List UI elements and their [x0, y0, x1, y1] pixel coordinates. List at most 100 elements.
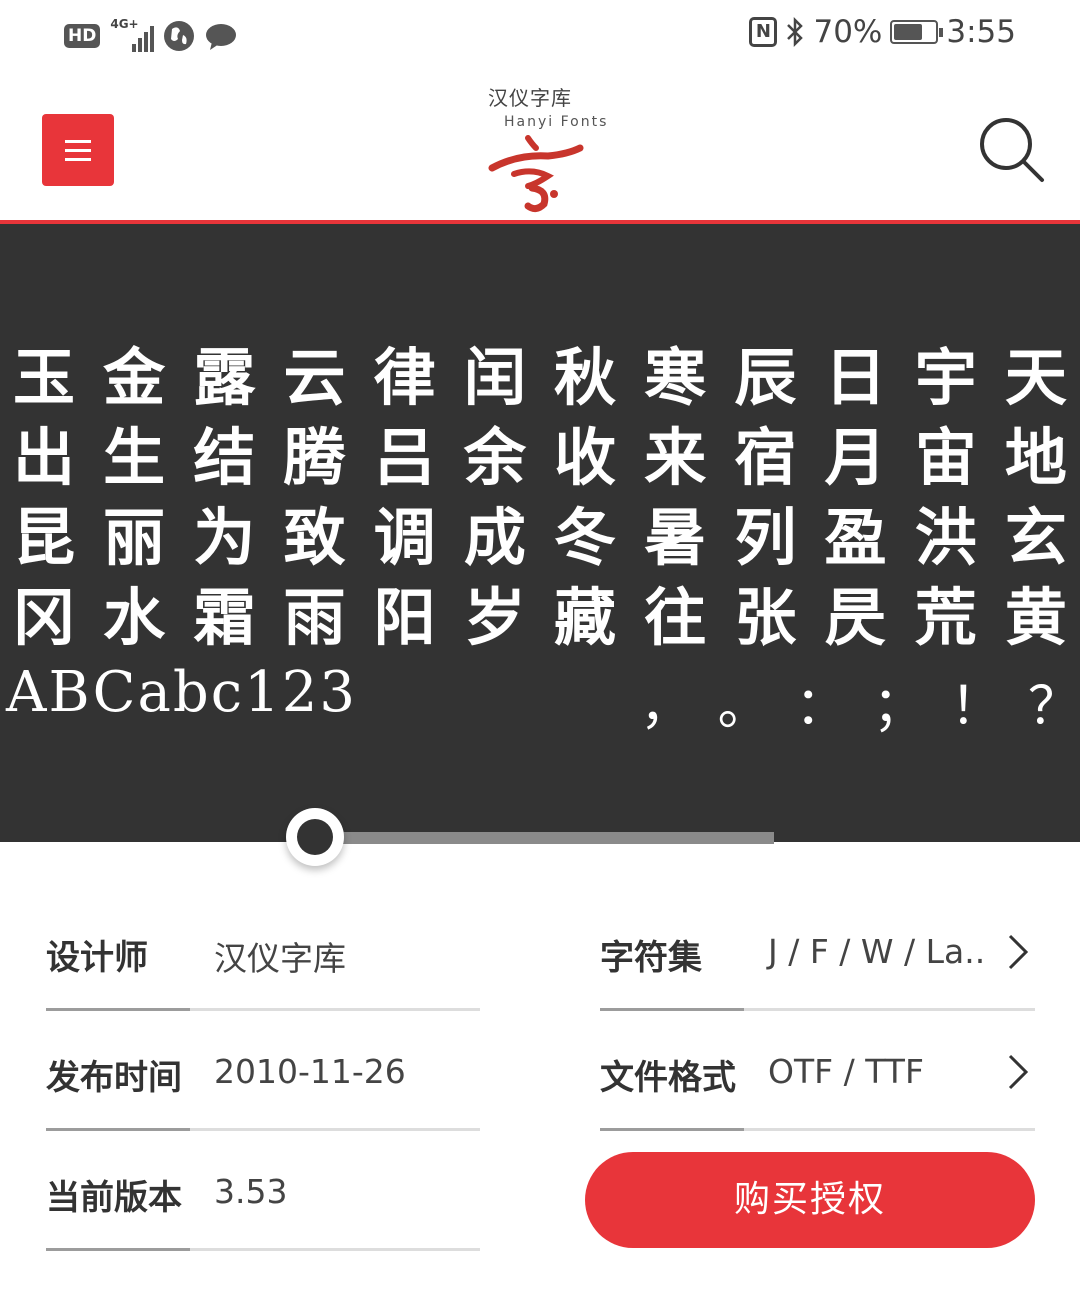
glyph: 日	[824, 341, 887, 414]
battery-fill	[894, 24, 923, 40]
glyph: 云	[283, 341, 346, 414]
status-right: N 70% 3:55	[749, 14, 1016, 50]
glyph: 昃	[824, 581, 887, 654]
glyph: 收	[554, 421, 617, 494]
logo-text-cn: 汉仪字库	[488, 86, 572, 110]
glyph: 金	[103, 341, 166, 414]
punct-glyph: ：	[795, 677, 848, 737]
menu-button[interactable]	[42, 114, 114, 186]
release-date-row: 发布时间 2010-11-26	[46, 1050, 480, 1170]
glyph: 余	[463, 421, 526, 494]
punct-glyph: ！	[950, 677, 1003, 737]
divider	[600, 1008, 1035, 1011]
divider	[46, 1008, 480, 1011]
glyph: 闰	[463, 341, 526, 414]
signal-icon: 4G+	[110, 18, 155, 54]
globe-icon	[164, 21, 195, 51]
glyph: 暑	[644, 501, 707, 574]
glyph: 玄	[1004, 501, 1067, 574]
glyph: 宙	[914, 421, 977, 494]
glyph: 盈	[824, 501, 887, 574]
glyph: 冈	[12, 581, 75, 654]
divider	[46, 1248, 480, 1251]
glyph: 霜	[193, 581, 256, 654]
glyph: 荒	[914, 581, 977, 654]
glyph: 为	[193, 501, 256, 574]
designer-label: 设计师	[46, 938, 148, 978]
glyph: 阳	[373, 581, 436, 654]
glyph: 露	[193, 341, 256, 414]
glyph-row-4: 冈 水 霜 雨 阳 岁 藏 往 张 昃 荒 黄	[0, 580, 1080, 656]
battery-icon	[890, 20, 944, 44]
glyph: 玉	[12, 341, 75, 414]
glyph: 月	[824, 421, 887, 494]
menu-icon	[65, 139, 91, 143]
chevron-right-icon	[1008, 934, 1029, 970]
preview-scroll-handle[interactable]	[286, 808, 344, 866]
glyph: 律	[373, 341, 436, 414]
glyph: 成	[463, 501, 526, 574]
glyph: 往	[644, 581, 707, 654]
latin-sample: ABCabc123	[6, 660, 357, 725]
glyph: 藏	[554, 581, 617, 654]
buy-license-button[interactable]: 购买授权	[585, 1152, 1035, 1248]
preview-scroll-track[interactable]	[300, 832, 774, 844]
font-preview[interactable]: 玉 金 露 云 律 闰 秋 寒 辰 日 宇 天 出 生 结 腾 吕 余 收 来 …	[0, 224, 1080, 842]
glyph: 天	[1004, 341, 1067, 414]
version-value: 3.53	[214, 1172, 288, 1211]
glyph: 辰	[734, 341, 797, 414]
glyph: 寒	[644, 341, 707, 414]
glyph: 丽	[103, 501, 166, 574]
punctuation-sample: ， 。 ： ； ！ ？	[640, 664, 1080, 739]
chat-icon	[204, 22, 238, 50]
glyph: 致	[283, 501, 346, 574]
release-date-label: 发布时间	[46, 1058, 182, 1098]
status-left: HD 4G+	[64, 18, 238, 54]
version-label: 当前版本	[46, 1178, 182, 1218]
search-icon	[980, 118, 1044, 182]
logo-text-en: Hanyi Fonts	[504, 114, 609, 130]
glyph: 调	[373, 501, 436, 574]
punct-glyph: ？	[1027, 677, 1080, 737]
app-header: 汉仪字库 Hanyi Fonts	[0, 76, 1080, 222]
glyph: 列	[734, 501, 797, 574]
status-bar: HD 4G+ N 70% 3:55	[0, 0, 1080, 76]
glyph: 结	[193, 421, 256, 494]
chevron-right-icon	[1008, 1054, 1029, 1090]
file-format-value: OTF / TTF	[768, 1052, 924, 1091]
hd-icon: HD	[64, 24, 101, 48]
punct-glyph: 。	[717, 677, 770, 737]
charset-label: 字符集	[600, 938, 702, 978]
glyph: 来	[644, 421, 707, 494]
designer-value: 汉仪字库	[214, 939, 346, 978]
glyph: 黄	[1004, 581, 1067, 654]
glyph: 张	[734, 581, 797, 654]
charset-row[interactable]: 字符集 J / F / W / La..	[600, 930, 1035, 1050]
battery-percent: 70%	[813, 14, 883, 50]
glyph-row-1: 玉 金 露 云 律 闰 秋 寒 辰 日 宇 天	[0, 340, 1080, 416]
nfc-icon: N	[749, 17, 778, 47]
glyph: 地	[1004, 421, 1067, 494]
glyph: 雨	[283, 581, 346, 654]
bluetooth-icon	[787, 16, 804, 48]
glyph: 洪	[914, 501, 977, 574]
search-button[interactable]	[976, 114, 1046, 184]
punct-glyph: ，	[640, 677, 693, 737]
version-row: 当前版本 3.53	[46, 1170, 480, 1290]
clock: 3:55	[946, 14, 1016, 50]
charset-value: J / F / W / La..	[768, 932, 986, 971]
glyph: 宿	[734, 421, 797, 494]
logo-mark-icon	[488, 135, 584, 213]
glyph: 冬	[554, 501, 617, 574]
release-date-value: 2010-11-26	[214, 1052, 406, 1091]
glyph: 生	[103, 421, 166, 494]
glyph: 出	[12, 421, 75, 494]
glyph: 吕	[373, 421, 436, 494]
divider	[600, 1128, 1035, 1131]
logo[interactable]: 汉仪字库 Hanyi Fonts	[488, 82, 618, 216]
glyph: 水	[103, 581, 166, 654]
glyph: 腾	[283, 421, 346, 494]
file-format-label: 文件格式	[600, 1058, 736, 1098]
glyph: 昆	[12, 501, 75, 574]
designer-row: 设计师 汉仪字库	[46, 930, 480, 1050]
